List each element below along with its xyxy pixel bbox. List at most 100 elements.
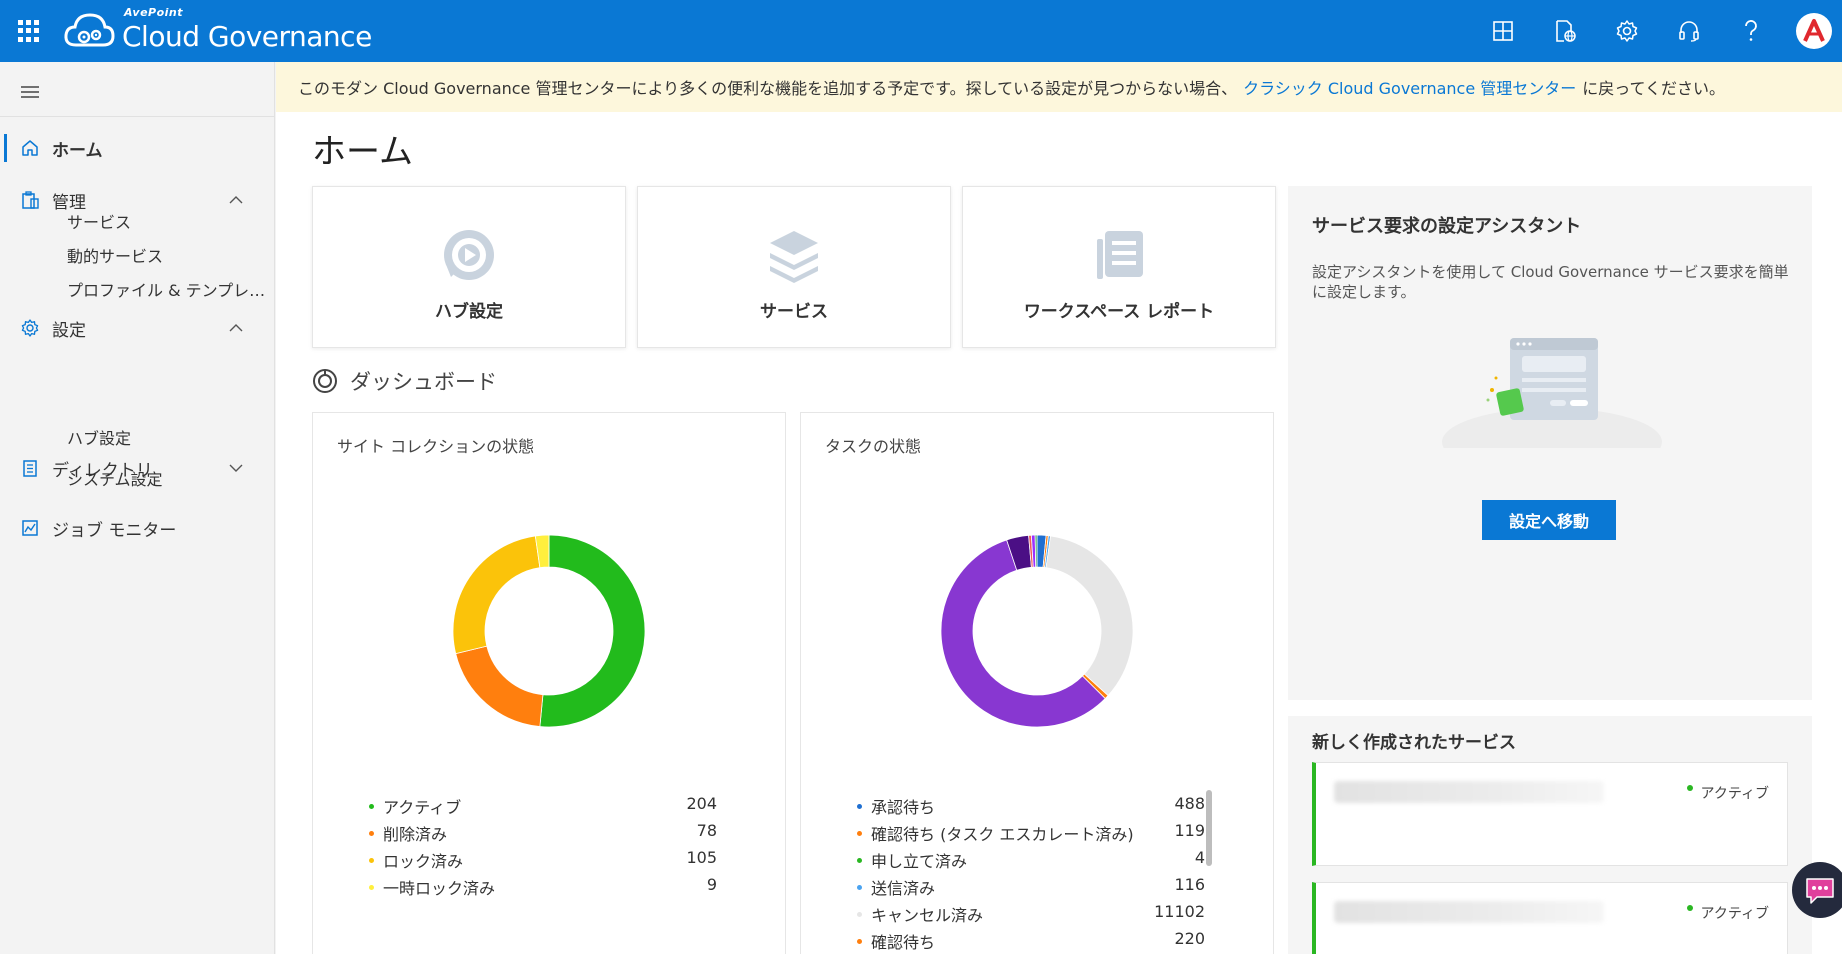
legend-row-deleted[interactable]: 削除済み 78 <box>369 818 717 845</box>
sidebar-item-home[interactable]: ホーム <box>0 128 275 168</box>
donut-slice-2[interactable] <box>452 535 541 655</box>
chatbot-icon[interactable] <box>1792 862 1842 918</box>
sidebar-item-label: 設定 <box>52 320 86 341</box>
dashboard-gauge-icon <box>313 369 337 393</box>
sidebar-item-job-monitor[interactable]: ジョブ モニター <box>0 508 275 548</box>
dashboard-icon[interactable] <box>1472 0 1534 62</box>
tile-label: ハブ設定 <box>435 302 503 322</box>
new-services-panel: 新しく作成されたサービス アクティブ アクティブ <box>1288 716 1812 954</box>
directory-icon <box>23 460 37 477</box>
legend-row-temp-locked[interactable]: 一時ロック済み 9 <box>369 872 717 899</box>
status-dot <box>1686 905 1693 911</box>
legend-dot <box>857 831 862 836</box>
tile-hub-settings[interactable]: ハブ設定 <box>312 186 626 348</box>
legend-label: 確認待ち (タスク エスカレート済み) <box>871 825 1134 844</box>
gear-icon[interactable] <box>1596 0 1658 62</box>
banner-text: このモダン Cloud Governance 管理センターにより多くの便利な機能… <box>298 79 1238 98</box>
clipboard-icon <box>22 191 39 209</box>
legend-row-submitted[interactable]: 送信済み 116 <box>857 872 1205 899</box>
legend-dot <box>857 804 862 809</box>
sidebar-item-manage[interactable]: 管理 <box>0 180 275 220</box>
blurred-service-name <box>1334 901 1604 923</box>
legend-dot <box>857 912 862 917</box>
legend-row-locked[interactable]: ロック済み 105 <box>369 845 717 872</box>
legend-value: 4 <box>1194 848 1205 867</box>
monitor-chart-icon <box>22 520 38 536</box>
legend-row-cancelled[interactable]: キャンセル済み 11102 <box>857 899 1205 926</box>
dashboard-heading: ダッシュボード <box>312 366 497 396</box>
legend-label: 一時ロック済み <box>383 879 496 898</box>
app-logo[interactable]: AvePoint Cloud Governance <box>62 6 372 54</box>
sidebar-sub-dynamic-services[interactable]: 動的サービス <box>67 243 163 267</box>
legend-value: 204 <box>686 794 717 813</box>
go-to-settings-button[interactable]: 設定へ移動 <box>1482 500 1616 540</box>
top-bar: AvePoint Cloud Governance <box>0 0 1842 62</box>
legend-label: 削除済み <box>383 825 448 844</box>
classic-center-link[interactable]: クラシック Cloud Governance 管理センター <box>1243 75 1576 99</box>
legend-scrollbar[interactable] <box>1206 790 1212 866</box>
legend-dot <box>369 885 374 890</box>
status-badge: アクティブ <box>1686 903 1769 923</box>
status-badge: アクティブ <box>1686 783 1769 803</box>
sidebar-item-label: ホーム <box>52 140 103 161</box>
avatar-logo-icon <box>1803 19 1825 42</box>
status-text: アクティブ <box>1700 906 1769 922</box>
hamburger-menu-icon[interactable] <box>20 82 40 102</box>
donut-slice-0[interactable] <box>539 534 646 728</box>
help-icon[interactable] <box>1720 0 1782 62</box>
chevron-up-icon[interactable] <box>228 192 244 208</box>
web-page-icon[interactable] <box>1534 0 1596 62</box>
legend-row-appealed[interactable]: 申し立て済み 4 <box>857 845 1205 872</box>
layers-icon <box>770 231 818 283</box>
donut-slice-1[interactable] <box>455 645 544 728</box>
sidebar-sub-hub-settings[interactable]: ハブ設定 <box>67 425 131 449</box>
legend-dot <box>857 939 862 944</box>
task-status-card: タスクの状態 承認待ち 488 確認待ち (タスク エスカレート済み) 119 申し… <box>800 412 1274 954</box>
headset-icon[interactable] <box>1658 0 1720 62</box>
banner-text-end: に戻ってください。 <box>1582 79 1725 98</box>
chevron-down-icon[interactable] <box>228 460 244 476</box>
sidebar-sub-profiles-templates[interactable]: プロファイル & テンプレ… <box>67 277 265 301</box>
page-title: ホーム <box>312 132 413 172</box>
legend-row-pending-confirm[interactable]: 確認待ち 220 <box>857 926 1205 953</box>
task-status-legend: 承認待ち 488 確認待ち (タスク エスカレート済み) 119 申し立て済み 4 送… <box>857 791 1205 953</box>
legend-dot <box>369 858 374 863</box>
sidebar-sub-services[interactable]: サービス <box>67 209 131 233</box>
setup-assistant-panel: サービス要求の設定アシスタント 設定アシスタントを使用して Cloud Gove… <box>1288 186 1812 700</box>
user-avatar[interactable] <box>1796 13 1832 49</box>
legend-value: 119 <box>1174 821 1205 840</box>
legend-row-active[interactable]: アクティブ 204 <box>369 791 717 818</box>
home-icon <box>22 140 38 156</box>
new-services-title: 新しく作成されたサービス <box>1312 733 1516 753</box>
blurred-service-name <box>1334 781 1604 803</box>
legend-value: 9 <box>706 875 717 894</box>
gear-icon <box>21 319 39 337</box>
info-banner: このモダン Cloud Governance 管理センターにより多くの便利な機能… <box>276 62 1842 112</box>
legend-value: 105 <box>686 848 717 867</box>
logo-text: AvePoint Cloud Governance <box>122 6 372 53</box>
legend-row-pending-confirm-escalated[interactable]: 確認待ち (タスク エスカレート済み) 119 <box>857 818 1205 845</box>
tile-workspace-report[interactable]: ワークスペース レポート <box>962 186 1276 348</box>
legend-row-pending-approval[interactable]: 承認待ち 488 <box>857 791 1205 818</box>
legend-dot <box>857 858 862 863</box>
service-card[interactable]: アクティブ <box>1312 762 1788 866</box>
legend-label: キャンセル済み <box>871 906 984 925</box>
donut-slice-4[interactable] <box>1045 535 1134 697</box>
card-title: タスクの状態 <box>825 437 922 456</box>
service-card[interactable]: アクティブ <box>1312 882 1788 954</box>
legend-label: アクティブ <box>383 798 462 817</box>
app-launcher-icon[interactable] <box>18 20 40 42</box>
sidebar-item-settings[interactable]: 設定 <box>0 308 275 348</box>
dashboard-label: ダッシュボード <box>350 370 497 394</box>
legend-label: 承認待ち <box>871 798 936 817</box>
donut-slice-10[interactable] <box>1034 534 1038 568</box>
assistant-description: 設定アシスタントを使用して Cloud Governance サービス要求を簡単… <box>1312 263 1789 301</box>
tile-services[interactable]: サービス <box>637 186 951 348</box>
legend-value: 116 <box>1174 875 1205 894</box>
legend-label: 申し立て済み <box>871 852 968 871</box>
legend-dot <box>369 804 374 809</box>
sidebar-item-directory[interactable]: ディレクトリ <box>0 448 275 488</box>
header-actions <box>1472 0 1842 62</box>
cloud-gears-icon <box>64 13 115 47</box>
chevron-up-icon[interactable] <box>228 320 244 336</box>
